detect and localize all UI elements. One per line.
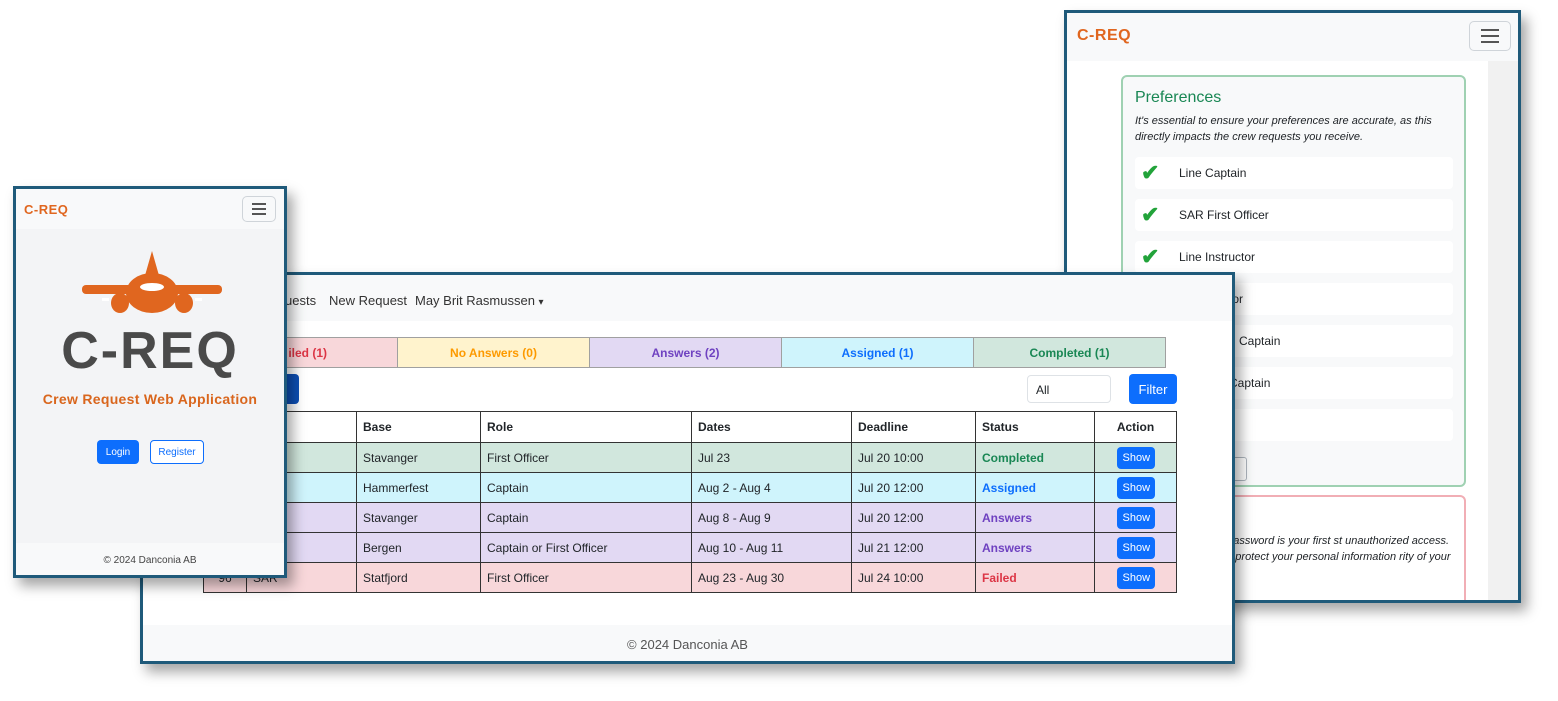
cell-role: Captain xyxy=(480,502,692,533)
hamburger-icon xyxy=(252,203,266,215)
cell-deadline: Jul 24 10:00 xyxy=(851,562,976,593)
table-row: 96SARStatfjordFirst OfficerAug 23 - Aug … xyxy=(203,562,1177,593)
cell-base: Stavanger xyxy=(356,442,481,473)
column-header-base: Base xyxy=(356,411,481,443)
status-tab[interactable]: Answers (2) xyxy=(589,337,782,368)
requests-table: tion Base Role Dates Deadline Status Act… xyxy=(203,411,1177,593)
hamburger-icon xyxy=(1481,29,1499,43)
user-name: May Brit Rasmussen xyxy=(415,293,535,308)
brand-logo[interactable]: C-REQ xyxy=(24,202,68,217)
cell-action: Show xyxy=(1094,502,1177,533)
navbar: C-REQ xyxy=(1067,13,1518,61)
column-header-status: Status xyxy=(975,411,1095,443)
cell-deadline: Jul 21 12:00 xyxy=(851,532,976,563)
column-header-role: Role xyxy=(480,411,692,443)
cell-role: Captain or First Officer xyxy=(480,532,692,563)
requests-main: iled (1) No Answers (0) Answers (2) Assigne… xyxy=(143,321,1232,625)
footer: © 2024 Danconia AB xyxy=(143,625,1232,661)
menu-toggle-button[interactable] xyxy=(242,196,276,222)
nav-link-new-request[interactable]: New Request xyxy=(329,293,407,308)
scrollbar[interactable] xyxy=(1488,61,1518,600)
app-logo-text: C-REQ xyxy=(61,322,239,380)
show-button[interactable]: Show xyxy=(1116,506,1155,529)
show-button[interactable]: Show xyxy=(1116,476,1155,499)
airplane-icon xyxy=(82,251,222,313)
cell-status: Answers xyxy=(975,532,1095,563)
cell-status: Answers xyxy=(975,502,1095,533)
preference-label: Line Instructor xyxy=(1179,250,1256,264)
table-row: Stavanger First Officer Jul 23 Jul 20 10:00… xyxy=(203,442,1177,473)
column-header-action: Action xyxy=(1094,411,1177,443)
navbar: uests New Request May Brit Rasmussen ▾ xyxy=(143,275,1232,321)
cell-status: Completed xyxy=(975,442,1095,473)
check-icon: ✔ xyxy=(1141,202,1160,227)
preference-label: g Captain xyxy=(1229,334,1281,348)
cell-deadline: Jul 20 12:00 xyxy=(851,502,976,533)
preference-label: Line Captain xyxy=(1179,166,1247,180)
status-tab[interactable]: No Answers (0) xyxy=(397,337,590,368)
cell-dates: Aug 2 - Aug 4 xyxy=(691,472,852,503)
preference-label: SAR First Officer xyxy=(1179,208,1269,222)
caret-down-icon: ▾ xyxy=(538,297,544,308)
cell-role: First Officer xyxy=(480,562,692,593)
cell-deadline: Jul 20 10:00 xyxy=(851,442,976,473)
cell-dates: Jul 23 xyxy=(691,442,852,473)
table-row: Stavanger Captain Aug 8 - Aug 9 Jul 20 12:0… xyxy=(203,502,1177,533)
cell-base: Bergen xyxy=(356,532,481,563)
cell-dates: Aug 10 - Aug 11 xyxy=(691,532,852,563)
status-tabs: iled (1) No Answers (0) Answers (2) Assigne… xyxy=(202,337,1166,368)
column-header-dates: Dates xyxy=(691,411,852,443)
preference-item[interactable]: ✔ SAR First Officer xyxy=(1135,199,1453,231)
preference-item[interactable]: ✔ Line Instructor xyxy=(1135,241,1453,273)
cell-role: Captain xyxy=(480,472,692,503)
preference-item[interactable]: ✔ Line Captain xyxy=(1135,157,1453,189)
navbar: C-REQ xyxy=(16,189,284,229)
status-filter-select[interactable]: All xyxy=(1027,375,1111,403)
requests-window: uests New Request May Brit Rasmussen ▾ i… xyxy=(140,272,1235,664)
table-row: Hammerfest Captain Aug 2 - Aug 4 Jul 20 12:… xyxy=(203,472,1177,503)
check-icon: ✔ xyxy=(1141,244,1160,269)
cell-dates: Aug 8 - Aug 9 xyxy=(691,502,852,533)
brand-logo[interactable]: C-REQ xyxy=(1077,27,1131,45)
cell-role: First Officer xyxy=(480,442,692,473)
nav-link-requests[interactable]: uests xyxy=(285,293,316,308)
user-menu[interactable]: May Brit Rasmussen ▾ xyxy=(415,293,544,308)
status-tab[interactable]: Completed (1) xyxy=(973,337,1166,368)
cell-base: Stavanger xyxy=(356,502,481,533)
cell-dates: Aug 23 - Aug 30 xyxy=(691,562,852,593)
cell-base: Hammerfest xyxy=(356,472,481,503)
table-header-row: tion Base Role Dates Deadline Status Act… xyxy=(203,411,1177,443)
cell-action: Show xyxy=(1094,562,1177,593)
cell-action: Show xyxy=(1094,472,1177,503)
show-button[interactable]: Show xyxy=(1116,536,1155,559)
column-header-deadline: Deadline xyxy=(851,411,976,443)
preference-label: Captain xyxy=(1229,376,1271,390)
show-button[interactable]: Show xyxy=(1116,566,1155,589)
login-button[interactable]: Login xyxy=(97,440,139,464)
status-tab[interactable]: Assigned (1) xyxy=(781,337,974,368)
landing-body: C-REQ Crew Request Web Application Login… xyxy=(16,229,284,543)
cell-status: Failed xyxy=(975,562,1095,593)
login-window: C-REQ C-REQ Crew Request Web Application… xyxy=(13,186,287,578)
filter-button[interactable]: Filter xyxy=(1129,374,1177,404)
cell-deadline: Jul 20 12:00 xyxy=(851,472,976,503)
check-icon: ✔ xyxy=(1141,160,1160,185)
table-row: Bergen Captain or First Officer Aug 10 - A… xyxy=(203,532,1177,563)
cell-status: Assigned xyxy=(975,472,1095,503)
menu-toggle-button[interactable] xyxy=(1469,21,1511,51)
footer: © 2024 Danconia AB xyxy=(16,543,284,575)
preferences-title: Preferences xyxy=(1135,89,1222,106)
cell-action: Show xyxy=(1094,442,1177,473)
preferences-description: It's essential to ensure your preference… xyxy=(1135,115,1432,143)
cell-action: Show xyxy=(1094,532,1177,563)
register-button[interactable]: Register xyxy=(150,440,204,464)
cell-base: Statfjord xyxy=(356,562,481,593)
app-subtitle: Crew Request Web Application xyxy=(42,391,258,407)
show-button[interactable]: Show xyxy=(1116,446,1155,469)
